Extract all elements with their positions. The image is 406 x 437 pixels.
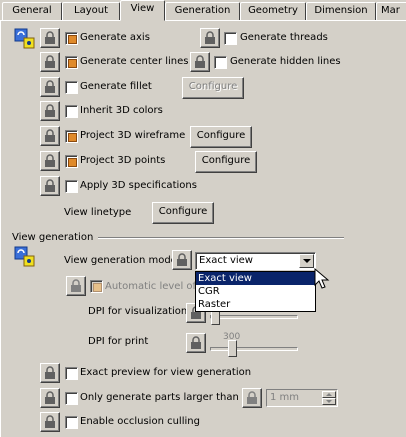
- tab-generation[interactable]: Generation: [165, 2, 240, 20]
- generate-hidden-lines-checkbox[interactable]: [214, 56, 227, 69]
- pane-left-edge: [0, 20, 1, 437]
- lock-button-inherit-3d-colors[interactable]: [40, 101, 60, 121]
- lock-button-generate-center-lines[interactable]: [40, 52, 60, 72]
- lock-icon: [45, 415, 55, 428]
- lock-button-generate-hidden-lines[interactable]: [190, 52, 210, 72]
- lock-icon: [191, 336, 201, 349]
- lock-button-occlusion-culling[interactable]: [40, 412, 60, 432]
- project-3d-wireframe-label: Project 3D wireframe: [80, 130, 186, 141]
- occlusion-culling-checkbox[interactable]: [65, 416, 78, 429]
- view-linetype-label: View linetype: [64, 207, 132, 218]
- generate-hidden-lines-label: Generate hidden lines: [230, 56, 341, 67]
- generate-fillet-label: Generate fillet: [80, 81, 152, 92]
- lock-icon: [71, 279, 81, 292]
- lock-icon: [45, 80, 55, 93]
- lock-button-generate-axis[interactable]: [40, 28, 60, 48]
- lock-button-automatic-level[interactable]: [66, 276, 86, 296]
- lock-icon: [45, 179, 55, 192]
- lock-button-generate-threads[interactable]: [200, 28, 220, 48]
- configure-fillet-button[interactable]: Configure: [182, 77, 244, 99]
- dropdown-option-cgr[interactable]: CGR: [196, 285, 315, 298]
- lock-button-project-3d-wireframe[interactable]: [40, 126, 60, 146]
- lock-icon: [247, 391, 257, 404]
- generate-center-lines-label: Generate center lines: [80, 56, 189, 67]
- project-3d-wireframe-checkbox[interactable]: [65, 130, 78, 143]
- tab-markup[interactable]: Mar: [376, 2, 406, 20]
- lock-button-generate-fillet[interactable]: [40, 77, 60, 97]
- lock-icon: [195, 55, 205, 68]
- spinner-value: 1 mm: [270, 392, 300, 403]
- generate-axis-checkbox[interactable]: [65, 32, 78, 45]
- lock-icon: [205, 31, 215, 44]
- generate-threads-label: Generate threads: [240, 32, 328, 43]
- inherit-3d-colors-checkbox[interactable]: [65, 105, 78, 118]
- dpi-print-slider-track: [210, 347, 298, 351]
- exact-preview-label: Exact preview for view generation: [80, 367, 252, 378]
- parameter-info-icon[interactable]: [14, 28, 36, 53]
- spinner-up-icon[interactable]: [322, 391, 336, 398]
- tab-pane-border: [0, 20, 406, 21]
- automatic-level-label: Automatic level of: [105, 281, 197, 292]
- lock-icon: [45, 31, 55, 44]
- tab-geometry[interactable]: Geometry: [240, 2, 306, 20]
- lock-button-dpi-print[interactable]: [186, 333, 206, 353]
- combo-value: Exact view: [199, 255, 253, 266]
- lock-button-only-larger-value[interactable]: [242, 388, 262, 408]
- generate-axis-label: Generate axis: [80, 32, 150, 43]
- dropdown-option-exact-view[interactable]: Exact view: [196, 272, 315, 285]
- configure-3d-wireframe-button[interactable]: Configure: [190, 126, 252, 148]
- only-larger-checkbox[interactable]: [65, 392, 78, 405]
- configure-3d-points-button[interactable]: Configure: [195, 151, 257, 173]
- view-generation-mode-label: View generation mode: [64, 255, 177, 266]
- tab-general[interactable]: General: [2, 2, 62, 20]
- view-generation-mode-dropdown: Exact view CGR Raster: [195, 271, 316, 312]
- view-generation-mode-combo[interactable]: Exact view: [195, 252, 316, 270]
- tab-layout[interactable]: Layout: [62, 2, 120, 20]
- project-3d-points-checkbox[interactable]: [65, 155, 78, 168]
- only-larger-label: Only generate parts larger than: [80, 392, 239, 403]
- lock-icon: [45, 104, 55, 117]
- exact-preview-checkbox[interactable]: [65, 367, 78, 380]
- dpi-print-slider-thumb[interactable]: [228, 340, 237, 357]
- mouse-cursor-icon: [314, 268, 330, 289]
- chevron-down-icon[interactable]: [299, 254, 314, 268]
- lock-icon: [177, 253, 187, 266]
- lock-button-exact-preview[interactable]: [40, 363, 60, 383]
- configure-view-linetype-button[interactable]: Configure: [152, 202, 214, 224]
- tab-bar: General Layout View Generation Geometry …: [0, 0, 406, 21]
- generate-threads-checkbox[interactable]: [224, 32, 237, 45]
- generate-center-lines-checkbox[interactable]: [65, 56, 78, 69]
- apply-3d-specifications-label: Apply 3D specifications: [80, 180, 197, 191]
- lock-icon: [45, 55, 55, 68]
- parameter-info-icon[interactable]: [14, 246, 36, 271]
- lock-button-apply-3d-specifications[interactable]: [40, 176, 60, 196]
- lock-icon: [45, 391, 55, 404]
- lock-button-only-larger[interactable]: [40, 388, 60, 408]
- occlusion-culling-label: Enable occlusion culling: [80, 416, 200, 427]
- section-divider: [98, 237, 344, 239]
- generate-fillet-checkbox[interactable]: [65, 81, 78, 94]
- tab-view[interactable]: View: [120, 0, 165, 21]
- apply-3d-specifications-checkbox[interactable]: [65, 180, 78, 193]
- lock-button-view-generation-mode[interactable]: [172, 250, 192, 270]
- dpi-print-label: DPI for print: [88, 336, 149, 347]
- project-3d-points-label: Project 3D points: [80, 155, 166, 166]
- tab-dimension[interactable]: Dimension: [306, 2, 376, 20]
- dpi-visualization-slider-track: [210, 315, 298, 319]
- spinner-down-icon[interactable]: [322, 398, 336, 405]
- view-generation-section-title: View generation: [12, 232, 94, 243]
- lock-icon: [45, 154, 55, 167]
- inherit-3d-colors-label: Inherit 3D colors: [80, 105, 163, 116]
- lock-icon: [45, 366, 55, 379]
- lock-button-project-3d-points[interactable]: [40, 151, 60, 171]
- automatic-level-checkbox[interactable]: [90, 280, 103, 293]
- only-larger-spinner[interactable]: 1 mm: [266, 389, 338, 407]
- dropdown-option-raster[interactable]: Raster: [196, 298, 315, 311]
- lock-icon: [45, 129, 55, 142]
- dpi-visualization-label: DPI for visualization: [88, 306, 188, 317]
